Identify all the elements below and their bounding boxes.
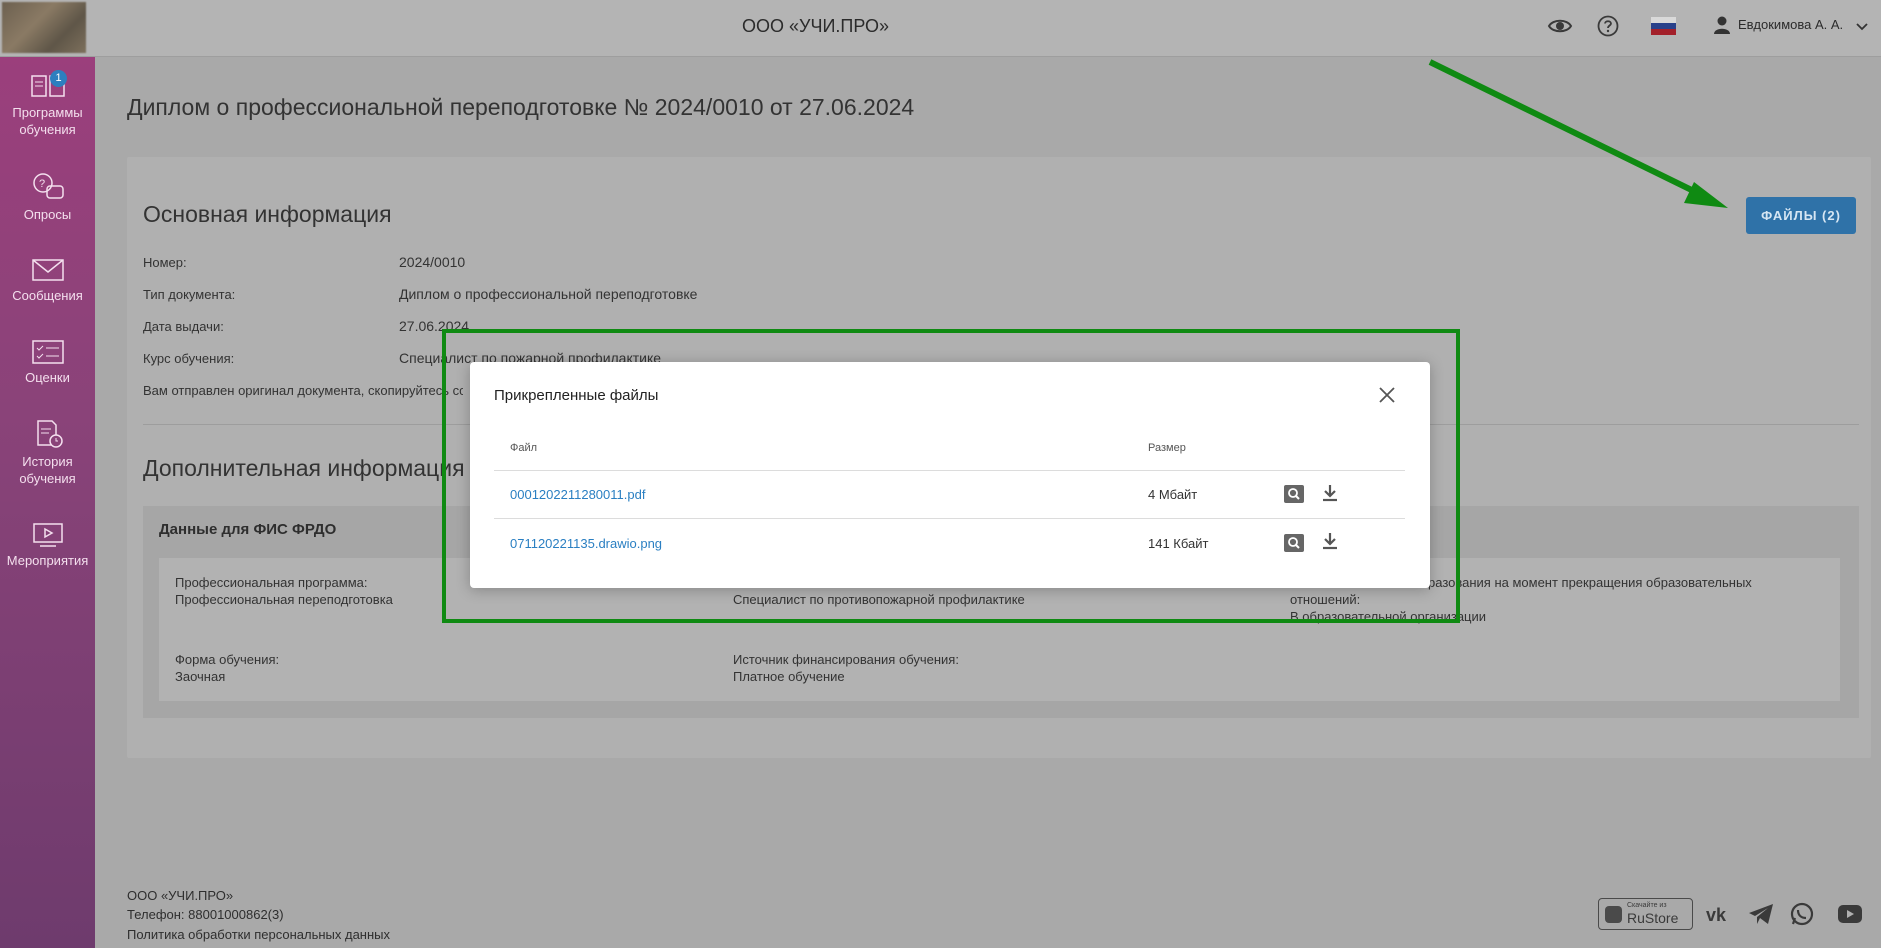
file-link[interactable]: 071120221135.drawio.png: [510, 536, 662, 551]
column-header-size: Размер: [1148, 442, 1186, 454]
column-header-file: Файл: [510, 442, 538, 454]
file-link[interactable]: 0001202211280011.pdf: [510, 487, 645, 502]
table-divider: [494, 518, 1405, 519]
table-divider: [494, 470, 1405, 471]
preview-icon[interactable]: [1284, 485, 1304, 508]
download-icon[interactable]: [1322, 532, 1338, 555]
download-icon[interactable]: [1322, 484, 1338, 507]
preview-icon[interactable]: [1284, 534, 1304, 557]
close-icon[interactable]: [1376, 384, 1398, 406]
attached-files-modal: Прикрепленные файлы Файл Размер 00012022…: [470, 362, 1430, 588]
file-size: 4 Мбайт: [1148, 487, 1198, 502]
file-size: 141 Кбайт: [1148, 536, 1209, 551]
modal-title: Прикрепленные файлы: [494, 387, 659, 404]
